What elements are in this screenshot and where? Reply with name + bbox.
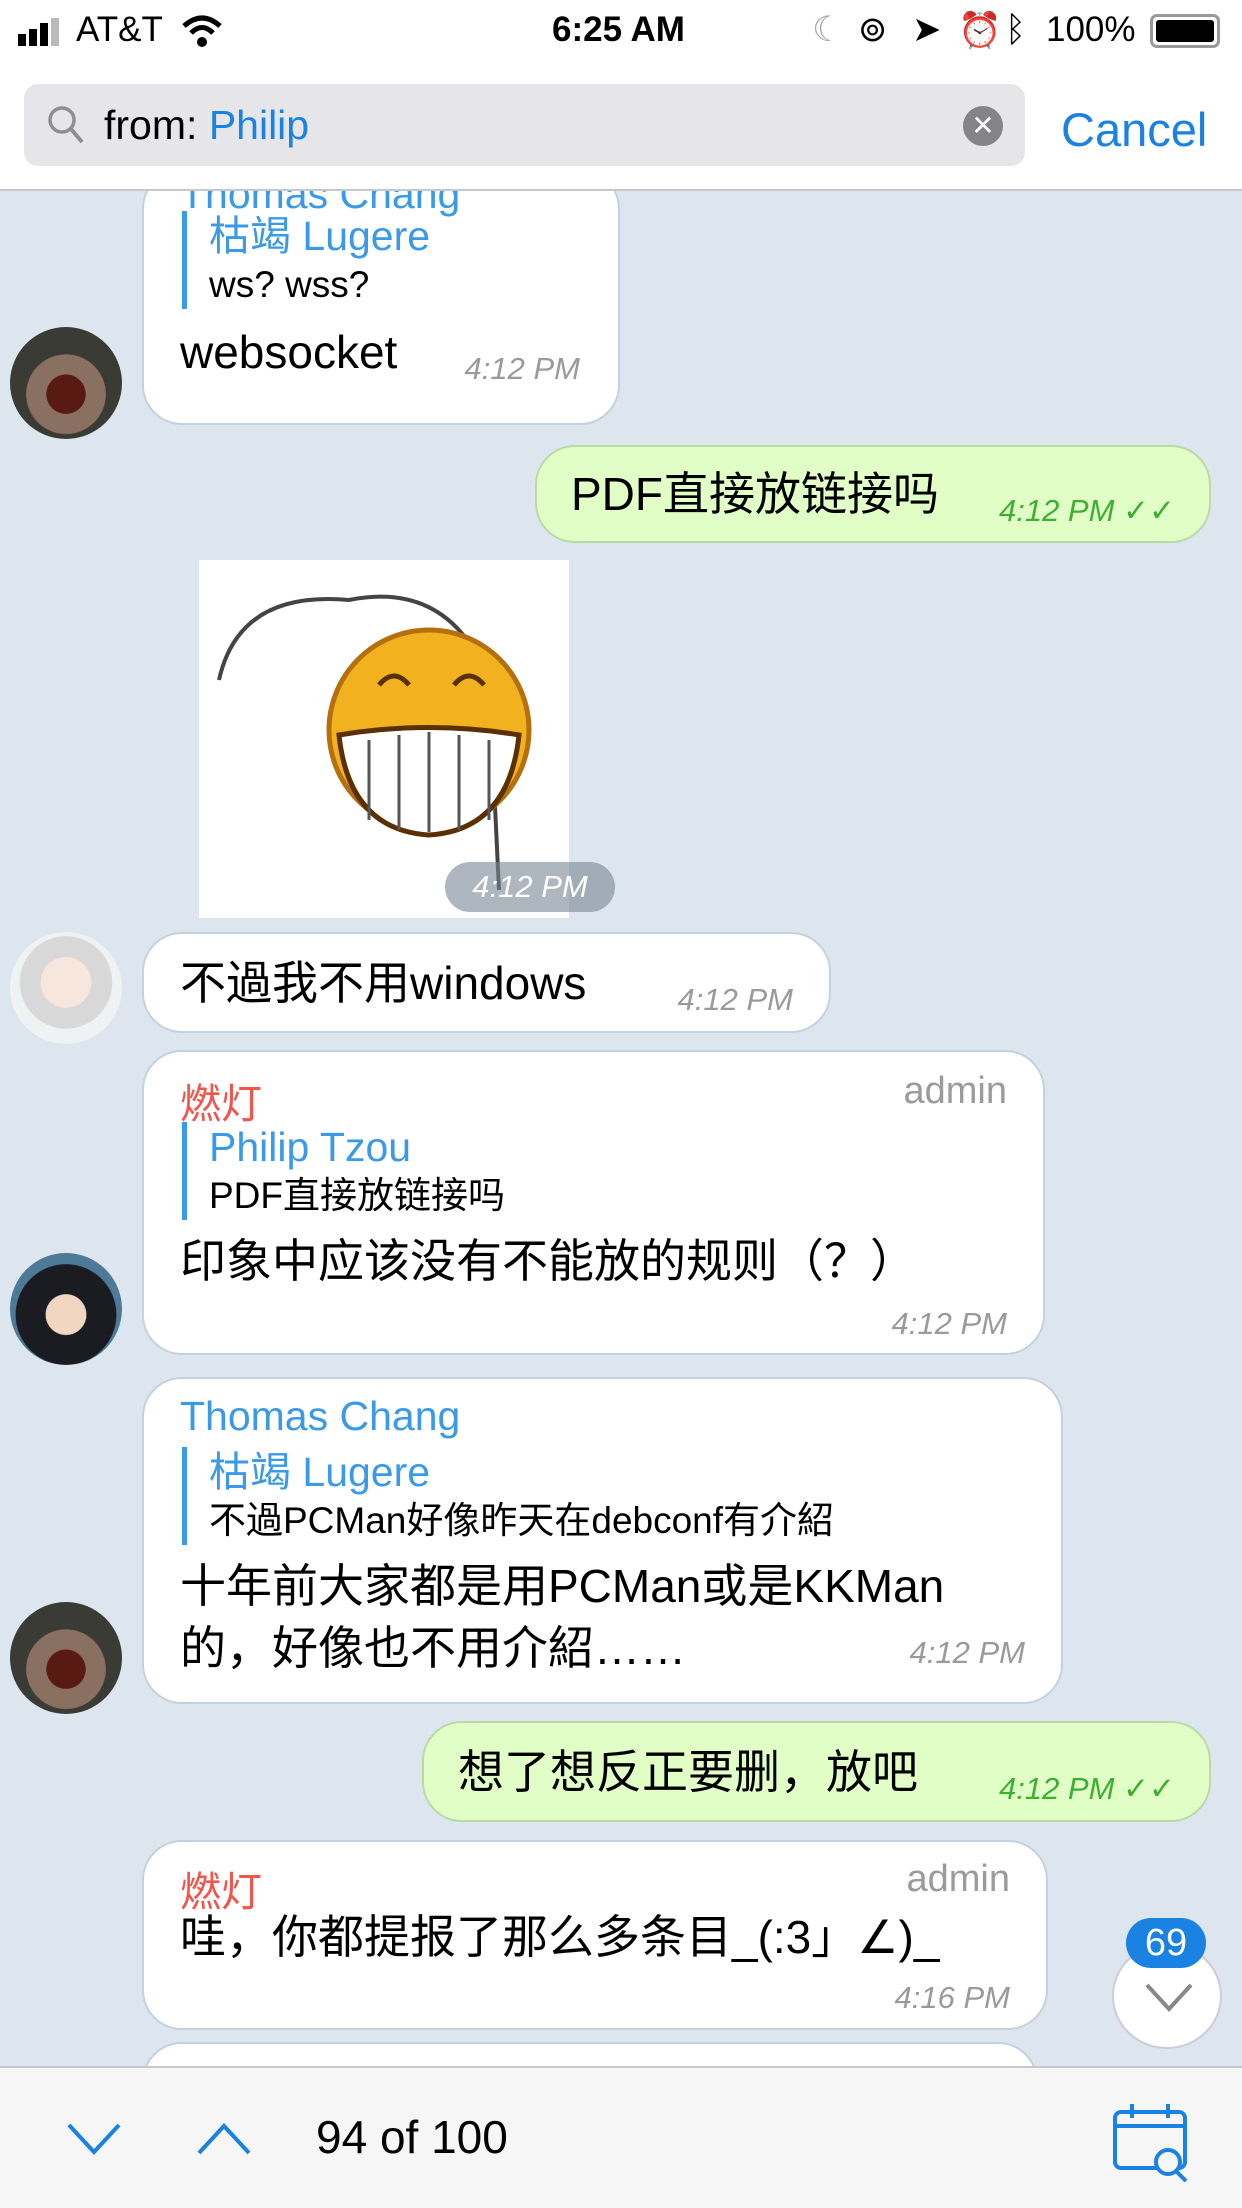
previous-result-button[interactable] [196, 2122, 252, 2156]
search-prefix: from: [104, 102, 198, 148]
avatar[interactable] [10, 1602, 122, 1714]
cancel-button[interactable]: Cancel [1061, 102, 1207, 157]
message-text: 哇，你都提报了那么多条目_(:3」∠)_ [180, 1911, 940, 1963]
search-navigation-bar: 94 of 100 [0, 2066, 1242, 2208]
search-icon [48, 106, 84, 144]
avatar[interactable] [10, 1253, 122, 1365]
clear-search-button[interactable]: ✕ [963, 106, 1003, 146]
reply-quote[interactable]: 枯竭 Lugere 不過PCMan好像昨天在debconf有介紹 [182, 1447, 834, 1545]
message-bubble-outgoing[interactable]: 想了想反正要删，放吧 4:12 PM ✓✓ [422, 1721, 1211, 1822]
time-value: 4:12 PM [998, 1771, 1115, 1806]
reply-name: 枯竭 Lugere [209, 213, 431, 259]
message-time: 4:12 PM [464, 351, 580, 386]
sender-name[interactable]: Thomas Chang [180, 1393, 460, 1440]
double-check-icon: ✓✓ [1123, 1771, 1175, 1806]
calendar-search-icon[interactable] [1112, 2102, 1192, 2182]
unread-count-badge: 69 [1126, 1918, 1206, 1968]
alarm-icon: ⏰ [958, 11, 1002, 50]
avatar[interactable] [10, 327, 122, 439]
message-text: 印象中应该没有不能放的规则（？） [180, 1235, 916, 1287]
message-bubble-outgoing[interactable]: PDF直接放链接吗 4:12 PM ✓✓ [535, 445, 1211, 543]
battery-icon [1150, 14, 1220, 48]
reply-text: PDF直接放链接吗 [209, 1175, 505, 1216]
message-text: websocket [180, 326, 398, 378]
message-time: 4:12 PM ✓✓ [999, 493, 1175, 529]
reply-quote[interactable]: 枯竭 Lugere ws? wss? [182, 211, 430, 309]
message-text: PDF直接放链接吗 [571, 468, 939, 520]
time-value: 4:12 PM [998, 493, 1115, 528]
message-time: 4:16 PM [894, 1980, 1010, 2015]
rotation-lock-icon: ⊚ [858, 10, 888, 49]
message-time: 4:12 PM [909, 1635, 1025, 1670]
status-bar: AT&T 6:25 AM ☾ ⊚ ➤ ⏰ ᛒ 100% [0, 0, 1242, 62]
admin-badge: admin [903, 1070, 1008, 1112]
message-bubble[interactable]: 燃灯 admin Philip Tzou PDF直接放链接吗 印象中应该没有不能放… [142, 1050, 1045, 1355]
message-bubble[interactable]: Thomas Chang 枯竭 Lugere ws? wss? websocket… [142, 191, 620, 425]
message-line: 十年前大家都是用PCMan或是KKMan [180, 1560, 945, 1612]
double-check-icon: ✓✓ [1123, 493, 1175, 528]
bluetooth-icon: ᛒ [1005, 10, 1027, 49]
message-bubble-partial[interactable] [142, 2042, 1038, 2066]
message-time: 4:12 PM [891, 1306, 1007, 1341]
message-bubble[interactable]: 燃灯 admin 哇，你都提报了那么多条目_(:3」∠)_ 4:16 PM [142, 1840, 1048, 2030]
message-line: 的，好像也不用介紹…… [180, 1622, 686, 1674]
battery-percent: 100% [1046, 10, 1136, 49]
sticker-time: 4:12 PM [445, 862, 615, 912]
reply-quote[interactable]: Philip Tzou PDF直接放链接吗 [182, 1122, 505, 1220]
message-text: 想了想反正要删，放吧 [458, 1746, 918, 1798]
avatar[interactable] [10, 932, 122, 1044]
location-icon: ➤ [912, 10, 942, 49]
search-term: Philip [208, 102, 310, 148]
chat-area[interactable]: Thomas Chang 枯竭 Lugere ws? wss? websocket… [0, 191, 1242, 2066]
search-header: from: Philip ✕ Cancel [0, 62, 1242, 191]
admin-badge: admin [906, 1858, 1011, 1900]
signal-icon [18, 18, 59, 46]
result-counter: 94 of 100 [316, 2111, 508, 2163]
message-text: 十年前大家都是用PCMan或是KKMan 的，好像也不用介紹…… [180, 1555, 944, 1679]
chevron-down-icon [1145, 1983, 1193, 2012]
search-query: from: Philip [104, 102, 309, 149]
clock: 6:25 AM [552, 10, 685, 49]
reply-text: ws? wss? [209, 264, 370, 305]
reply-text: 不過PCMan好像昨天在debconf有介紹 [209, 1500, 835, 1541]
sender-name[interactable]: 燃灯 [180, 1070, 262, 1130]
message-time: 4:12 PM [677, 982, 793, 1017]
carrier: AT&T [76, 10, 163, 49]
reply-name: Philip Tzou [209, 1124, 412, 1170]
message-text: 不過我不用windows [180, 957, 587, 1009]
message-bubble[interactable]: 不過我不用windows 4:12 PM [142, 932, 831, 1033]
moon-icon: ☾ [812, 10, 844, 49]
message-bubble[interactable]: Thomas Chang 枯竭 Lugere 不過PCMan好像昨天在debcon… [142, 1377, 1063, 1704]
wifi-icon [182, 15, 222, 47]
sticker[interactable]: 4:12 PM [199, 560, 615, 918]
message-time: 4:12 PM ✓✓ [999, 1771, 1175, 1807]
reply-name: 枯竭 Lugere [209, 1449, 431, 1495]
search-input[interactable]: from: Philip ✕ [24, 84, 1025, 166]
next-result-button[interactable] [66, 2122, 122, 2156]
